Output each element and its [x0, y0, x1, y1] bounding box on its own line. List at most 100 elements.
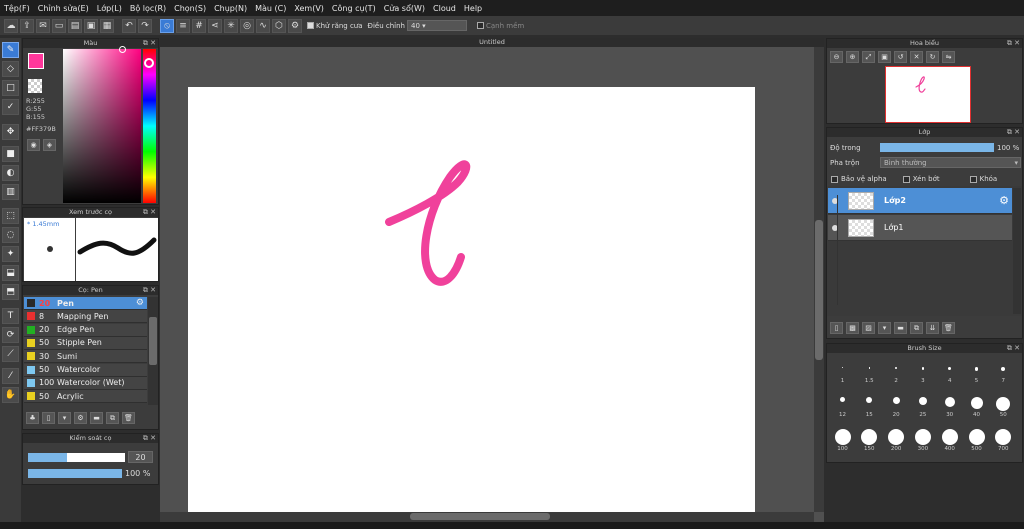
operation-tool-icon[interactable]: ⟳ [2, 327, 19, 343]
copy-brush-icon[interactable]: ⧉ [106, 412, 119, 424]
add-layer-dropdown-icon[interactable]: ▾ [878, 322, 891, 334]
brush-size-cell[interactable]: 15 [857, 390, 882, 420]
navigator-thumbnail[interactable] [885, 66, 971, 123]
brush-tool-icon[interactable]: ✎ [2, 42, 19, 58]
canvas-horizontal-scroll-thumb[interactable] [410, 513, 550, 520]
zoom-in-icon[interactable]: ⊕ [846, 51, 859, 63]
snap-grid-icon[interactable]: # [192, 18, 206, 33]
clipping-check-icon[interactable] [902, 175, 910, 183]
select-eraser-tool-icon[interactable]: ⬒ [2, 284, 19, 300]
merge-layer-icon[interactable]: ⇊ [926, 322, 939, 334]
brush-size-cell[interactable]: 25 [910, 390, 935, 420]
panel-controls-icon[interactable]: ⧉ ✕ [143, 208, 156, 217]
cloud-icon[interactable]: ☁ [4, 18, 18, 33]
protect-alpha-checkbox[interactable]: Bảo vệ alpha [831, 175, 887, 183]
blend-mode-dropdown[interactable]: Bình thường ▾ [880, 157, 1021, 168]
panel-controls-icon[interactable]: ⧉ ✕ [1007, 128, 1020, 137]
brush-size-cell[interactable]: 300 [910, 424, 935, 454]
soft-edge-check-icon[interactable] [477, 22, 484, 29]
new-layer-icon[interactable]: ▯ [830, 322, 843, 334]
snap-radial-icon[interactable]: ✳ [224, 18, 238, 33]
antialias-checkbox[interactable]: Khử răng cưa [307, 22, 363, 30]
snap-settings-icon[interactable]: ⚙ [288, 18, 302, 33]
panel-controls-icon[interactable]: ⧉ ✕ [143, 286, 156, 295]
brush-folder-icon[interactable]: ▬ [90, 412, 103, 424]
menu-color[interactable]: Màu (C) [255, 4, 286, 13]
menu-cloud[interactable]: Cloud [433, 4, 456, 13]
brush-settings-gear-icon[interactable]: ⚙ [136, 298, 144, 308]
menu-tools[interactable]: Công cụ(T) [332, 4, 376, 13]
brush-size-cell[interactable]: 30 [937, 390, 962, 420]
brush-size-cell[interactable]: 200 [884, 424, 909, 454]
brush-size-cell[interactable]: 700 [991, 424, 1016, 454]
document-tab[interactable]: Untitled [160, 38, 824, 47]
drawing-canvas[interactable] [188, 87, 755, 512]
select-pen-tool-icon[interactable]: ⬓ [2, 265, 19, 281]
brush-size-cell[interactable]: 1.5 [857, 356, 882, 386]
layer-row-lop2[interactable]: Lớp2 ⚙ [828, 188, 1012, 214]
rotate-left-icon[interactable]: ↺ [894, 51, 907, 63]
grid-save-icon[interactable]: ▦ [100, 18, 114, 33]
brush-size-slider[interactable] [28, 453, 125, 462]
menu-layer[interactable]: Lớp(L) [97, 4, 122, 13]
pen-curve-tool-icon[interactable]: ✓ [2, 99, 19, 115]
menu-help[interactable]: Help [464, 4, 482, 13]
panel-controls-icon[interactable]: ⧉ ✕ [1007, 39, 1020, 48]
menu-file[interactable]: Tệp(F) [4, 4, 30, 13]
brush-cloud-icon[interactable]: ♣ [26, 412, 39, 424]
new-halftone-layer-icon[interactable]: ▩ [846, 322, 859, 334]
brush-size-cell[interactable]: 12 [830, 390, 855, 420]
menu-view[interactable]: Xem(V) [294, 4, 324, 13]
bucket-tool-icon[interactable]: ◐ [2, 165, 19, 181]
color-history-icon[interactable]: ◈ [43, 139, 56, 151]
brush-size-cell[interactable]: 5 [964, 356, 989, 386]
eraser-tool-icon[interactable]: ◇ [2, 61, 19, 77]
panel-controls-icon[interactable]: ⧉ ✕ [1007, 344, 1020, 353]
brush-size-cell[interactable]: 50 [991, 390, 1016, 420]
menu-window[interactable]: Cửa sổ(W) [384, 4, 425, 13]
reset-rotation-icon[interactable]: ✕ [910, 51, 923, 63]
layer-row-lop1[interactable]: Lớp1 [828, 215, 1012, 241]
card-icon[interactable]: ▭ [52, 18, 66, 33]
menu-filter[interactable]: Bộ lọc(R) [130, 4, 166, 13]
panel-controls-icon[interactable]: ⧉ ✕ [143, 39, 156, 48]
redo-icon[interactable]: ↷ [138, 18, 152, 33]
correction-dropdown[interactable]: 40 ▾ [407, 20, 467, 31]
move-tool-icon[interactable]: ✥ [2, 124, 19, 140]
chat-icon[interactable]: ✉ [36, 18, 50, 33]
lock-check-icon[interactable] [969, 175, 977, 183]
brush-size-cell[interactable]: 40 [964, 390, 989, 420]
undo-icon[interactable]: ↶ [122, 18, 136, 33]
delete-layer-icon[interactable]: 🗑 [942, 322, 955, 334]
soft-edge-checkbox[interactable]: Cạnh mềm [477, 22, 524, 30]
new-8bit-layer-icon[interactable]: ▨ [862, 322, 875, 334]
brush-item[interactable]: 20 Edge Pen [24, 323, 147, 337]
flip-icon[interactable]: ⇋ [942, 51, 955, 63]
brush-size-cell[interactable]: 7 [991, 356, 1016, 386]
snap-polygon-icon[interactable]: ⬡ [272, 18, 286, 33]
actual-size-icon[interactable]: ▣ [878, 51, 891, 63]
hue-slider-handle[interactable] [144, 58, 154, 68]
menu-edit[interactable]: Chỉnh sửa(E) [38, 4, 89, 13]
brush-list-scroll-thumb[interactable] [149, 317, 157, 365]
delete-brush-icon[interactable]: 🗑 [122, 412, 135, 424]
foreground-color-swatch[interactable] [28, 53, 44, 69]
duplicate-layer-icon[interactable]: ⧉ [910, 322, 923, 334]
layout-icon[interactable]: ▤ [68, 18, 82, 33]
hand-tool-icon[interactable]: ✋ [2, 387, 19, 403]
snap-off-icon[interactable]: ⦸ [160, 18, 174, 33]
lock-checkbox[interactable]: Khóa [969, 175, 997, 183]
eyedropper-tool-icon[interactable]: ⁄ [2, 368, 19, 384]
brush-size-cell[interactable]: 20 [884, 390, 909, 420]
brush-item[interactable]: 50 Watercolor [24, 363, 147, 377]
select-rect-tool-icon[interactable]: ⬚ [2, 208, 19, 224]
gradient-tool-icon[interactable]: ▥ [2, 184, 19, 200]
brush-size-cell[interactable]: 2 [884, 356, 909, 386]
zoom-out-icon[interactable]: ⊖ [830, 51, 843, 63]
add-brush-dropdown-icon[interactable]: ▾ [58, 412, 71, 424]
brush-size-cell[interactable]: 400 [937, 424, 962, 454]
snap-curve-icon[interactable]: ∿ [256, 18, 270, 33]
hue-slider[interactable] [143, 49, 156, 203]
fit-window-icon[interactable]: ⤢ [862, 51, 875, 63]
panel-controls-icon[interactable]: ⧉ ✕ [143, 434, 156, 443]
